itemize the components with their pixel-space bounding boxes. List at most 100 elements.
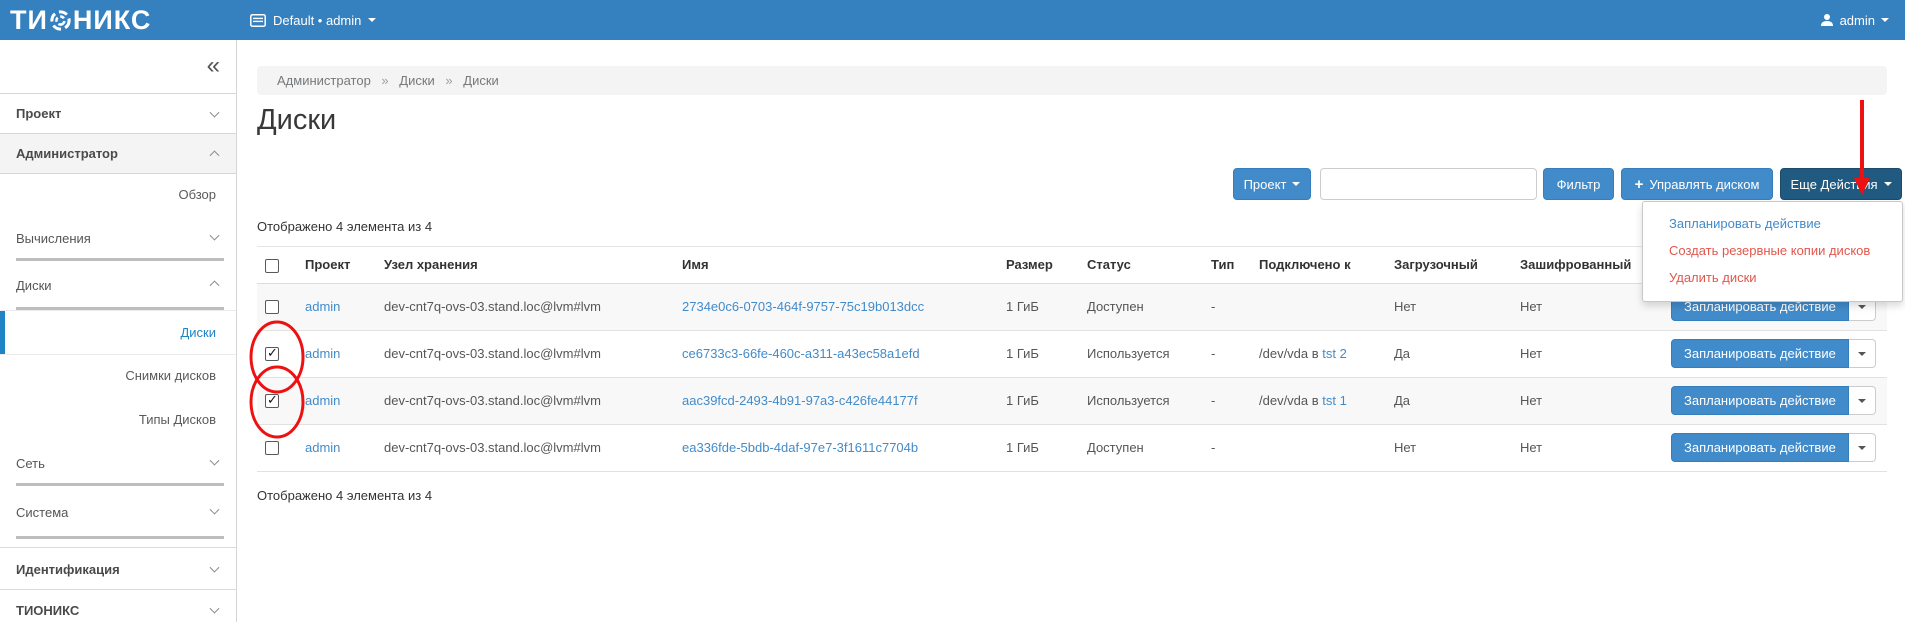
top-navbar: ТИ НИКС Default • admin admin [0,0,1905,40]
schedule-action-button[interactable]: Запланировать действие [1671,339,1849,368]
table-row: admin dev-cnt7q-ovs-03.stand.loc@lvm#lvm… [257,377,1887,424]
logo-aperture-icon [49,9,72,32]
collapse-sidebar-icon[interactable]: « [207,52,220,80]
sidebar-item-administrator[interactable]: Администратор [0,133,236,174]
row-actions-caret-button[interactable] [1849,339,1876,368]
projects-icon [250,14,266,27]
column-header-type[interactable]: Тип [1203,247,1251,284]
user-label: admin [1840,13,1875,28]
schedule-action-button[interactable]: Запланировать действие [1671,433,1849,462]
row-checkbox[interactable] [265,300,279,314]
bootable-cell: Нет [1386,283,1512,330]
project-link[interactable]: admin [305,440,340,455]
row-actions-caret-button[interactable] [1849,433,1876,462]
sidebar-item-tionix[interactable]: ТИОНИКС [0,589,236,622]
items-shown-caption: Отображено 4 элемента из 4 [257,219,432,234]
plus-icon: + [1635,176,1644,193]
caret-down-icon [1858,305,1866,309]
select-all-checkbox[interactable] [265,259,279,273]
chevron-down-icon [210,107,220,117]
filter-button[interactable]: Фильтр [1543,168,1614,200]
caret-down-icon [1292,182,1300,186]
schedule-action-button[interactable]: Запланировать действие [1671,386,1849,415]
bootable-cell: Нет [1386,424,1512,471]
menu-item-schedule-action[interactable]: Запланировать действие [1643,210,1902,237]
sidebar-item-identity[interactable]: Идентификация [0,547,236,589]
column-header-project[interactable]: Проект [297,247,376,284]
project-context-menu[interactable]: Default • admin [250,0,376,40]
caret-down-icon [1858,446,1866,450]
type-cell: - [1203,330,1251,377]
row-checkbox[interactable] [265,394,279,408]
chevron-up-icon [210,280,220,290]
more-actions-button[interactable]: Еще Действия [1780,168,1902,200]
chevron-down-icon [210,505,220,515]
chevron-down-icon [210,230,220,240]
volume-name-link[interactable]: aac39fcd-2493-4b91-97a3-c426fe44177f [682,393,918,408]
attached-cell: /dev/vda в tst 1 [1251,377,1386,424]
logo-text-suffix: НИКС [73,5,152,36]
bootable-cell: Да [1386,330,1512,377]
project-link[interactable]: admin [305,299,340,314]
volume-name-link[interactable]: 2734e0c6-0703-464f-9757-75c19b013dcc [682,299,924,314]
more-actions-menu: Запланировать действие Создать резервные… [1642,201,1903,302]
sidebar-item-disk-types[interactable]: Типы Дисков [0,396,236,440]
column-header-bootable[interactable]: Загрузочный [1386,247,1512,284]
user-icon [1820,13,1834,27]
status-cell: Используется [1079,377,1203,424]
main-content: Администратор » Диски » Диски Диски Прое… [237,40,1905,622]
search-input[interactable] [1320,168,1537,200]
sidebar-item-disks-group[interactable]: Диски [0,261,236,307]
project-link[interactable]: admin [305,346,340,361]
sidebar-item-system[interactable]: Система [0,486,236,536]
breadcrumb-separator: » [445,73,452,88]
size-cell: 1 ГиБ [998,377,1079,424]
manage-disk-button[interactable]: + Управлять диском [1621,168,1773,200]
host-cell: dev-cnt7q-ovs-03.stand.loc@lvm#lvm [376,283,674,330]
row-checkbox[interactable] [265,347,279,361]
sidebar-item-project[interactable]: Проект [0,94,236,133]
chevron-up-icon [210,150,220,160]
sidebar-item-disk-snapshots[interactable]: Снимки дисков [0,355,236,396]
column-header-status[interactable]: Статус [1079,247,1203,284]
breadcrumb-item: Диски [463,73,499,88]
type-cell: - [1203,424,1251,471]
bootable-cell: Да [1386,377,1512,424]
host-cell: dev-cnt7q-ovs-03.stand.loc@lvm#lvm [376,424,674,471]
user-menu[interactable]: admin [1820,0,1889,40]
status-cell: Доступен [1079,424,1203,471]
row-actions-caret-button[interactable] [1849,386,1876,415]
status-cell: Используется [1079,330,1203,377]
type-cell: - [1203,283,1251,330]
menu-item-delete-disks[interactable]: Удалить диски [1643,264,1902,291]
caret-down-icon [1881,18,1889,22]
project-link[interactable]: admin [305,393,340,408]
row-checkbox[interactable] [265,441,279,455]
column-header-host[interactable]: Узел хранения [376,247,674,284]
project-filter-dropdown-button[interactable]: Проект [1233,168,1311,200]
breadcrumb-item: Администратор [277,73,371,88]
size-cell: 1 ГиБ [998,283,1079,330]
column-header-name[interactable]: Имя [674,247,998,284]
volume-name-link[interactable]: ea336fde-5bdb-4daf-97e7-3f1611c7704b [682,440,918,455]
encrypted-cell: Нет [1512,330,1663,377]
column-header-encrypted[interactable]: Зашифрованный [1512,247,1663,284]
instance-link[interactable]: tst 2 [1322,346,1347,361]
table-row: admin dev-cnt7q-ovs-03.stand.loc@lvm#lvm… [257,330,1887,377]
volume-name-link[interactable]: ce6733c3-66fe-460c-a311-a43ec58a1efd [682,346,920,361]
sidebar-item-disks-active[interactable]: Диски [0,310,236,355]
menu-item-create-backups[interactable]: Создать резервные копии дисков [1643,237,1902,264]
page-title: Диски [257,104,336,137]
column-header-size[interactable]: Размер [998,247,1079,284]
sidebar-item-network[interactable]: Сеть [0,440,236,483]
chevron-down-icon [210,604,220,614]
sidebar: « Проект Администратор Обзор Вычисления … [0,40,237,622]
column-header-attached[interactable]: Подключено к [1251,247,1386,284]
instance-link[interactable]: tst 1 [1322,393,1347,408]
items-shown-caption: Отображено 4 элемента из 4 [257,488,432,503]
sidebar-item-overview[interactable]: Обзор [0,174,236,215]
sidebar-item-compute[interactable]: Вычисления [0,215,236,258]
breadcrumb-separator: » [381,73,388,88]
encrypted-cell: Нет [1512,377,1663,424]
host-cell: dev-cnt7q-ovs-03.stand.loc@lvm#lvm [376,377,674,424]
